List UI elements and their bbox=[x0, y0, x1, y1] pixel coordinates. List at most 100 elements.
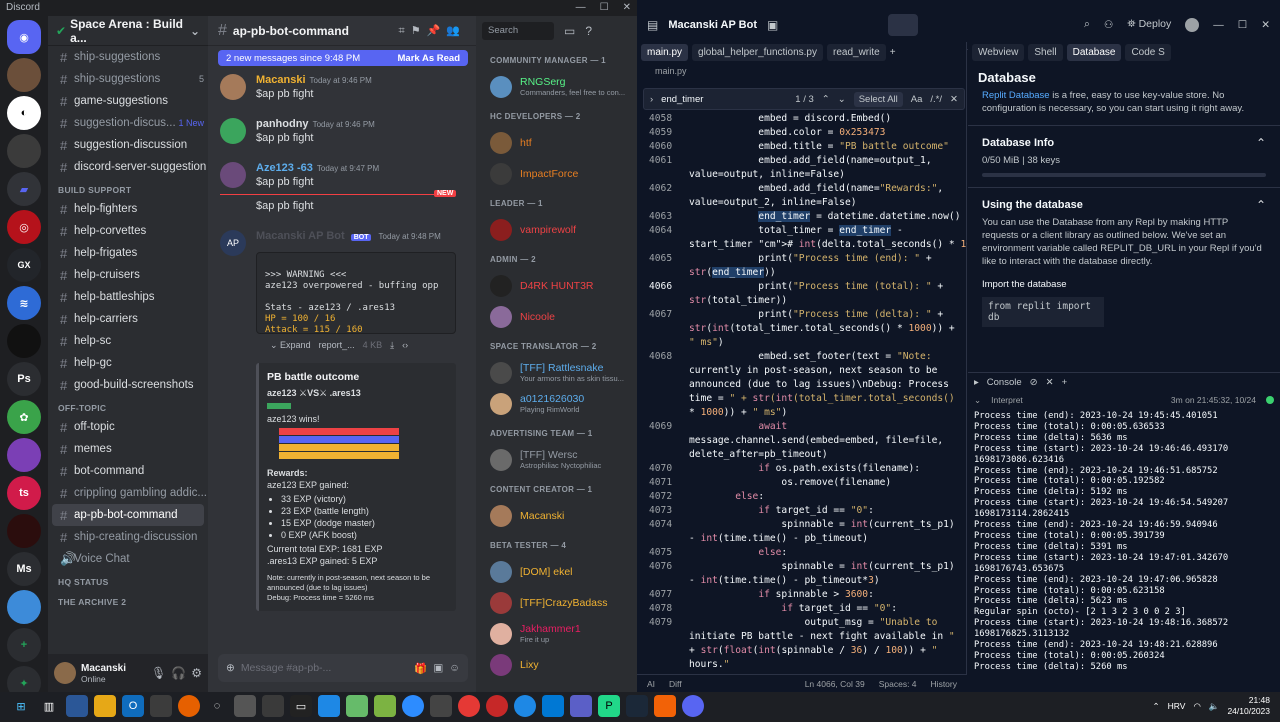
channel-item[interactable]: # help-corvettes bbox=[48, 220, 208, 242]
avatar[interactable] bbox=[220, 162, 246, 188]
app-icon[interactable] bbox=[318, 695, 340, 717]
clear-icon[interactable]: ⊘ bbox=[1030, 377, 1038, 388]
channel-item[interactable]: # suggestion-discus... 1 New bbox=[48, 112, 208, 134]
app-icon[interactable]: ◌ bbox=[206, 695, 228, 717]
chevron-down-icon[interactable]: ⌄ bbox=[974, 395, 981, 406]
gx-games-icon[interactable]: GX bbox=[7, 248, 41, 282]
tab-global-helper[interactable]: global_helper_functions.py bbox=[692, 43, 823, 61]
volume-icon[interactable]: 🔈 bbox=[1209, 701, 1220, 712]
console-title[interactable]: Console bbox=[987, 377, 1022, 388]
server-icon[interactable]: ≋ bbox=[7, 286, 41, 320]
add-tab-icon[interactable]: + bbox=[890, 47, 896, 58]
avatar[interactable] bbox=[220, 118, 246, 144]
help-icon[interactable]: ? bbox=[585, 24, 592, 38]
discord-home-icon[interactable]: ◉ bbox=[7, 20, 41, 54]
wifi-icon[interactable]: ◠ bbox=[1193, 701, 1200, 712]
member-item[interactable]: [TFF] Wersc Astrophiliac Nyctophiliac bbox=[476, 444, 637, 475]
inbox-icon[interactable]: ▭ bbox=[564, 24, 575, 38]
pycharm-icon[interactable]: P bbox=[598, 695, 620, 717]
server-icon[interactable]: ts bbox=[7, 476, 41, 510]
language-indicator[interactable]: HRV bbox=[1168, 701, 1186, 711]
message-composer[interactable]: ⊕ Message #ap-pb-... 🎁 ▣ ☺ bbox=[218, 654, 468, 682]
channel-category[interactable]: OFF-TOPIC bbox=[48, 396, 208, 416]
add-attachment-icon[interactable]: ⊕ bbox=[226, 662, 235, 674]
new-messages-bar[interactable]: 2 new messages since 9:48 PM Mark As Rea… bbox=[218, 50, 468, 66]
add-server-icon[interactable]: + bbox=[7, 628, 41, 662]
category-archive[interactable]: THE ARCHIVE 2 bbox=[48, 590, 208, 610]
server-icon[interactable] bbox=[7, 514, 41, 548]
channel-item[interactable]: # discord-server-suggestion bbox=[48, 156, 208, 178]
teams-icon[interactable] bbox=[570, 695, 592, 717]
server-icon[interactable]: ◎ bbox=[7, 210, 41, 244]
diff-button[interactable]: Diff bbox=[669, 679, 682, 689]
next-match-icon[interactable]: ⌄ bbox=[838, 94, 846, 105]
channel-item[interactable]: # ap-pb-bot-command bbox=[52, 504, 204, 526]
opera-icon[interactable] bbox=[486, 695, 508, 717]
member-item[interactable]: [DOM] ekel bbox=[476, 556, 637, 587]
server-icon[interactable] bbox=[7, 324, 41, 358]
message-author[interactable]: panhodny bbox=[256, 118, 309, 130]
channel-item[interactable]: # help-cruisers bbox=[48, 264, 208, 286]
server-icon[interactable] bbox=[7, 58, 41, 92]
member-item[interactable]: Lixy bbox=[476, 649, 637, 680]
app-icon[interactable] bbox=[94, 695, 116, 717]
message-author[interactable]: Macanski bbox=[256, 74, 306, 86]
member-item[interactable]: RNGSerg Commanders, feel free to con... bbox=[476, 71, 637, 102]
add-tab-icon[interactable]: + bbox=[1062, 377, 1068, 388]
discord-icon[interactable] bbox=[682, 695, 704, 717]
vscode-icon[interactable] bbox=[542, 695, 564, 717]
close-find-icon[interactable]: ✕ bbox=[950, 94, 958, 105]
channel-item[interactable]: # ship-creating-discussion bbox=[48, 526, 208, 548]
tab-database[interactable]: Database bbox=[1066, 43, 1122, 61]
avatar[interactable] bbox=[220, 74, 246, 100]
zoom-icon[interactable] bbox=[402, 695, 424, 717]
message-author[interactable]: Aze123 -63 bbox=[256, 162, 313, 174]
member-item[interactable]: D4RK HUNT3R bbox=[476, 270, 637, 301]
channel-item[interactable]: # good-build-screenshots bbox=[48, 374, 208, 396]
clock[interactable]: 21:48 24/10/2023 bbox=[1227, 695, 1270, 717]
avatar[interactable] bbox=[54, 662, 76, 684]
section-db-info[interactable]: Database Info ⌃ bbox=[968, 125, 1280, 154]
gift-icon[interactable]: 🎁 bbox=[414, 662, 427, 675]
channel-category[interactable]: BUILD SUPPORT bbox=[48, 178, 208, 198]
maximize-icon[interactable]: ☐ bbox=[600, 2, 609, 13]
deploy-button[interactable]: ⛯ Deploy bbox=[1127, 18, 1171, 31]
file-name[interactable]: report_... bbox=[319, 340, 355, 351]
channel-item[interactable]: # help-sc bbox=[48, 330, 208, 352]
invite-icon[interactable]: ⚇ bbox=[1104, 19, 1113, 31]
server-icon[interactable] bbox=[7, 438, 41, 472]
db-link[interactable]: Replit Database bbox=[982, 90, 1050, 101]
server-icon[interactable]: ◐ bbox=[7, 96, 41, 130]
minimize-icon[interactable]: — bbox=[576, 2, 586, 13]
match-case-icon[interactable]: Aa bbox=[911, 94, 923, 105]
import-code[interactable]: from replit import db bbox=[982, 297, 1104, 327]
section-using-db[interactable]: Using the database ⌃ bbox=[968, 187, 1280, 216]
app-icon[interactable] bbox=[430, 695, 452, 717]
sidebar-toggle-icon[interactable]: ▤ bbox=[647, 18, 658, 32]
channel-item[interactable]: # crippling gambling addic... bbox=[48, 482, 208, 504]
emoji-icon[interactable]: ☺ bbox=[449, 662, 460, 674]
chrome-icon[interactable] bbox=[458, 695, 480, 717]
app-icon[interactable] bbox=[374, 695, 396, 717]
console-output[interactable]: Process time (end): 2023-10-24 19:45:45.… bbox=[968, 409, 1280, 675]
close-icon[interactable]: ✕ bbox=[1261, 19, 1270, 31]
channel-item[interactable]: # bot-command bbox=[48, 460, 208, 482]
member-item[interactable]: [TFF]CrazyBadass bbox=[476, 587, 637, 618]
app-icon[interactable] bbox=[150, 695, 172, 717]
repl-info-icon[interactable]: ▣ bbox=[767, 18, 778, 32]
expand-button[interactable]: ⌄ Expand bbox=[270, 340, 311, 351]
server-icon[interactable]: Ms bbox=[7, 552, 41, 586]
channel-item[interactable]: # help-battleships bbox=[48, 286, 208, 308]
prev-match-icon[interactable]: ⌃ bbox=[822, 94, 830, 105]
channel-item[interactable]: # help-frigates bbox=[48, 242, 208, 264]
server-icon[interactable]: ✿ bbox=[7, 400, 41, 434]
server-icon[interactable] bbox=[7, 134, 41, 168]
calculator-icon[interactable] bbox=[234, 695, 256, 717]
task-view-icon[interactable]: ▥ bbox=[38, 695, 60, 717]
channel-item[interactable]: # ship-suggestions bbox=[48, 46, 208, 68]
app-icon[interactable] bbox=[346, 695, 368, 717]
member-item[interactable]: Jakhammer1 Fire it up bbox=[476, 618, 637, 649]
maximize-icon[interactable]: ☐ bbox=[1238, 19, 1247, 31]
gear-icon[interactable]: ⚙ bbox=[191, 666, 202, 680]
steam-icon[interactable] bbox=[626, 695, 648, 717]
